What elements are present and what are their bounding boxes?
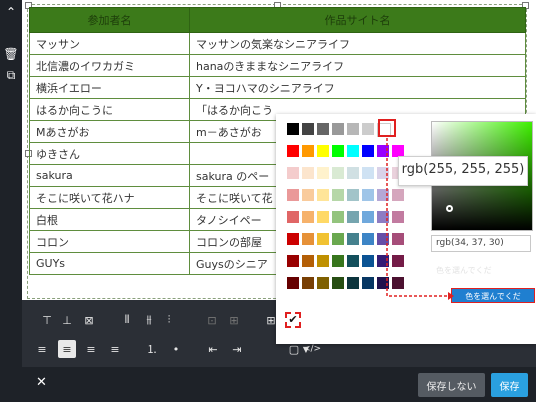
annotation-arrows xyxy=(386,138,454,300)
